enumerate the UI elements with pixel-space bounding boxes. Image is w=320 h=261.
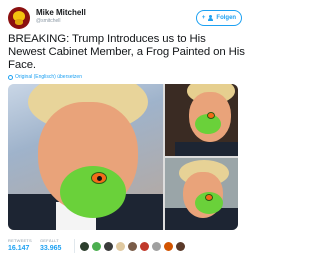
frog-eye bbox=[207, 112, 215, 119]
liker-avatar[interactable] bbox=[116, 242, 125, 251]
plus-icon: + bbox=[201, 15, 206, 21]
liker-avatars bbox=[80, 242, 185, 252]
liker-avatar[interactable] bbox=[164, 242, 173, 251]
retweets-label: RETWEETS bbox=[8, 238, 32, 243]
liker-avatar[interactable] bbox=[92, 242, 101, 251]
likes-stat[interactable]: GEFÄLLT 33.965 bbox=[40, 238, 61, 252]
liker-avatar[interactable] bbox=[176, 242, 185, 251]
retweets-stat[interactable]: RETWEETS 16.147 bbox=[8, 238, 32, 252]
follow-button-label: Folgen bbox=[216, 15, 237, 21]
photo-top-right[interactable] bbox=[165, 84, 238, 156]
translate-link[interactable]: Original (Englisch) übersetzen bbox=[8, 74, 82, 80]
avatar-graphic-lower bbox=[15, 19, 23, 25]
tweet-stats: RETWEETS 16.147 GEFÄLLT 33.965 bbox=[8, 238, 242, 256]
author-name[interactable]: Mike Mitchell bbox=[36, 8, 86, 17]
frog-eye bbox=[91, 172, 107, 184]
media-grid bbox=[8, 84, 238, 230]
likes-label: GEFÄLLT bbox=[40, 238, 59, 243]
photo-main[interactable] bbox=[8, 84, 163, 230]
avatar[interactable] bbox=[8, 7, 30, 29]
tweet-header: Mike Mitchell @smitchell + Folgen bbox=[8, 6, 242, 32]
stats-divider bbox=[74, 239, 75, 253]
frog-pupil bbox=[97, 176, 102, 181]
tweet-text: BREAKING: Trump Introduces us to His New… bbox=[8, 33, 245, 71]
photo-bottom-right[interactable] bbox=[165, 158, 238, 230]
liker-avatar[interactable] bbox=[80, 242, 89, 251]
translate-label: Original (Englisch) übersetzen bbox=[15, 74, 82, 80]
globe-icon bbox=[8, 74, 13, 80]
frog-eye bbox=[205, 194, 213, 201]
suit bbox=[175, 142, 238, 156]
retweets-count: 16.147 bbox=[8, 245, 30, 252]
liker-avatar[interactable] bbox=[152, 242, 161, 251]
person-icon bbox=[208, 15, 214, 21]
author-handle[interactable]: @smitchell bbox=[36, 18, 61, 24]
likes-count: 33.965 bbox=[40, 245, 62, 252]
liker-avatar[interactable] bbox=[104, 242, 113, 251]
liker-avatar[interactable] bbox=[140, 242, 149, 251]
liker-avatar[interactable] bbox=[128, 242, 137, 251]
follow-button[interactable]: + Folgen bbox=[196, 10, 242, 26]
